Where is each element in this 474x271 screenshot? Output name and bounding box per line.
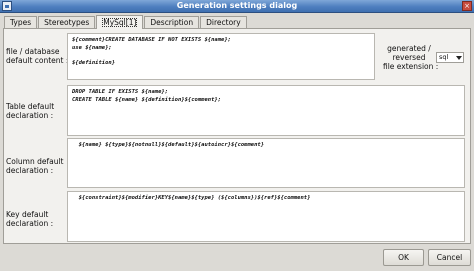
- file-extension-label: generated / reversed file extension :: [383, 44, 438, 71]
- file-extension-value: sql: [439, 53, 449, 61]
- table-default-editor[interactable]: DROP TABLE IF EXISTS ${name}; CREATE TAB…: [67, 85, 465, 136]
- key-default-text: ${constraint}${modifier}KEY${name}${type…: [72, 195, 311, 201]
- file-database-text: ${comment}CREATE DATABASE IF NOT EXISTS …: [72, 37, 231, 66]
- table-default-label: Table default declaration :: [6, 102, 55, 120]
- title-bar: Generation settings dialog ×: [0, 0, 474, 13]
- column-default-label: Column default declaration :: [6, 157, 64, 175]
- tab-mysql-label: MySql[1]: [102, 18, 138, 27]
- chevron-down-icon: [456, 56, 462, 60]
- window-title: Generation settings dialog: [176, 1, 298, 10]
- tab-mysql[interactable]: MySql[1]: [96, 15, 144, 29]
- tab-bar: Types Stereotypes MySql[1] Description D…: [4, 15, 248, 29]
- file-database-editor[interactable]: ${comment}CREATE DATABASE IF NOT EXISTS …: [67, 33, 375, 80]
- key-default-label: Key default declaration :: [6, 210, 54, 228]
- file-database-label: file / database default content :: [6, 47, 68, 65]
- ok-button[interactable]: OK: [383, 249, 424, 266]
- column-default-text: ${name} ${type}${notnull}${default}${aut…: [72, 142, 265, 148]
- file-extension-select[interactable]: sql: [436, 52, 464, 63]
- table-default-text: DROP TABLE IF EXISTS ${name}; CREATE TAB…: [72, 89, 222, 103]
- key-default-editor[interactable]: ${constraint}${modifier}KEY${name}${type…: [67, 191, 465, 242]
- cancel-button[interactable]: Cancel: [428, 249, 471, 266]
- column-default-editor[interactable]: ${name} ${type}${notnull}${default}${aut…: [67, 138, 465, 188]
- close-icon[interactable]: ×: [462, 1, 472, 11]
